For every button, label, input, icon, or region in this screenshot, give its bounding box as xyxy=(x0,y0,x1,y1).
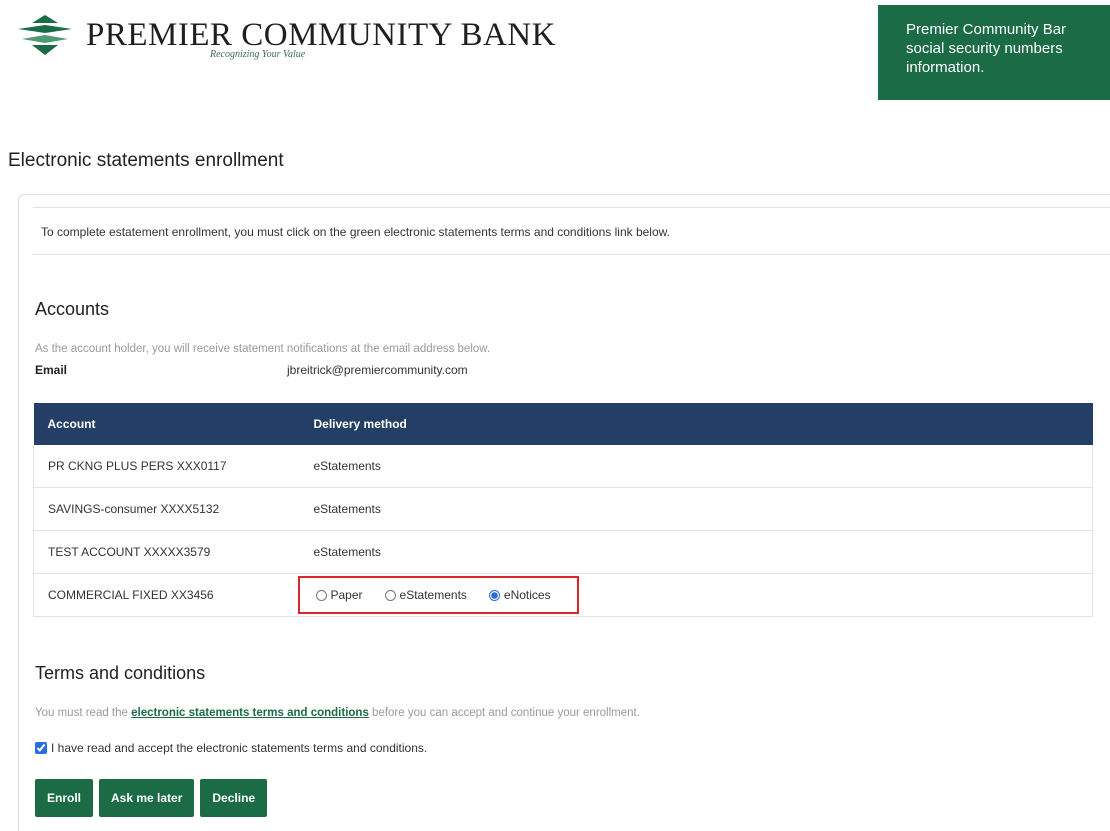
bank-logo[interactable]: PREMIER COMMUNITY BANK Recognizing Your … xyxy=(14,10,556,60)
delivery-method-radio-group: Paper eStatements eNotices xyxy=(297,576,579,614)
delivery-method: eStatements xyxy=(299,445,1093,488)
ask-me-later-button[interactable]: Ask me later xyxy=(99,779,195,817)
enotices-radio-label: eNotices xyxy=(503,588,551,602)
account-name: TEST ACCOUNT XXXXX3579 xyxy=(33,530,300,574)
table-row: COMMERCIAL FIXED XX3456 Paper eStatement… xyxy=(33,573,1093,617)
estatements-radio[interactable] xyxy=(384,589,396,601)
terms-heading: Terms and conditions xyxy=(35,663,206,683)
account-name: SAVINGS-consumer XXXX5132 xyxy=(33,487,300,531)
paper-radio[interactable] xyxy=(315,589,327,601)
accounts-table: Account Delivery method PR CKNG PLUS PER… xyxy=(33,403,1093,617)
accept-terms-checkbox[interactable] xyxy=(35,742,47,754)
accept-terms-row[interactable]: I have read and accept the electronic st… xyxy=(35,741,427,755)
page-title: Electronic statements enrollment xyxy=(8,150,284,171)
decline-button[interactable]: Decline xyxy=(200,779,268,817)
table-header-row: Account Delivery method xyxy=(33,403,1093,445)
bank-logo-icon xyxy=(18,15,72,55)
security-notice-banner: Premier Community Bar social security nu… xyxy=(878,5,1110,100)
email-value: jbreitrick@premiercommunity.com xyxy=(287,363,468,377)
accounts-helper-text: As the account holder, you will receive … xyxy=(35,343,491,355)
terms-helper-suffix: before you can accept and continue your … xyxy=(368,707,640,719)
column-header-delivery-method: Delivery method xyxy=(299,403,1093,445)
terms-helper-text: You must read the electronic statements … xyxy=(35,707,640,719)
delivery-method-cell: Paper eStatements eNotices xyxy=(297,573,1093,617)
delivery-option-enotices[interactable]: eNotices xyxy=(488,588,551,602)
accept-terms-label: I have read and accept the electronic st… xyxy=(51,741,428,755)
enrollment-panel: To complete estatement enrollment, you m… xyxy=(18,194,1110,831)
table-row: SAVINGS-consumer XXXX5132 eStatements xyxy=(33,487,1093,531)
bank-name: PREMIER COMMUNITY BANK xyxy=(86,16,556,53)
enroll-button[interactable]: Enroll xyxy=(35,779,94,817)
accounts-heading: Accounts xyxy=(35,299,110,319)
account-name: COMMERCIAL FIXED XX3456 xyxy=(33,573,300,617)
account-name: PR CKNG PLUS PERS XXX0117 xyxy=(33,445,300,488)
bank-wordmark: PREMIER COMMUNITY BANK Recognizing Your … xyxy=(86,16,556,60)
enotices-radio[interactable] xyxy=(488,589,500,601)
action-buttons: Enroll Ask me later Decline xyxy=(35,779,268,817)
column-header-account: Account xyxy=(33,403,300,445)
delivery-method: eStatements xyxy=(299,487,1093,531)
delivery-option-paper[interactable]: Paper xyxy=(315,588,363,602)
estatements-radio-label: eStatements xyxy=(399,588,467,602)
email-label: Email xyxy=(35,363,68,377)
instruction-text: To complete estatement enrollment, you m… xyxy=(33,207,1110,255)
terms-and-conditions-link[interactable]: electronic statements terms and conditio… xyxy=(131,707,369,719)
delivery-method: eStatements xyxy=(299,530,1093,574)
table-row: PR CKNG PLUS PERS XXX0117 eStatements xyxy=(33,445,1093,488)
paper-radio-label: Paper xyxy=(330,588,363,602)
terms-helper-prefix: You must read the xyxy=(35,707,132,719)
delivery-option-estatements[interactable]: eStatements xyxy=(384,588,467,602)
table-row: TEST ACCOUNT XXXXX3579 eStatements xyxy=(33,530,1093,574)
page: PREMIER COMMUNITY BANK Recognizing Your … xyxy=(0,0,1110,831)
bank-tagline: Recognizing Your Value xyxy=(210,48,306,60)
